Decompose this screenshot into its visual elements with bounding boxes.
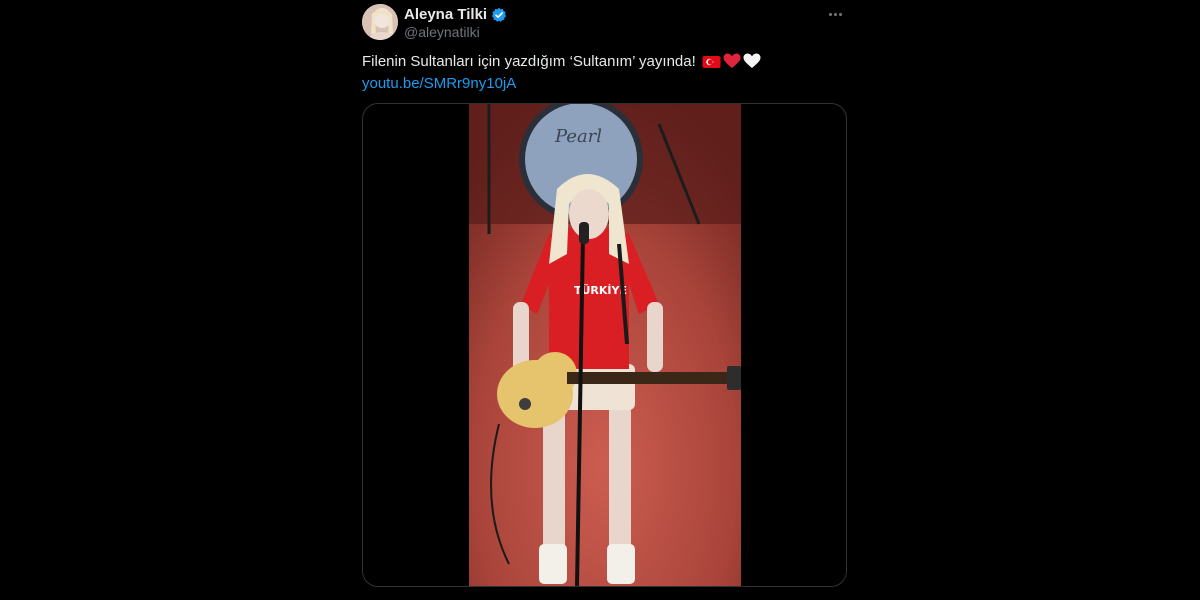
turkey-flag-icon bbox=[702, 55, 721, 75]
display-name[interactable]: Aleyna Tilki bbox=[404, 6, 487, 23]
tweet-text: Filenin Sultanları için yazdığım ‘Sultan… bbox=[362, 52, 761, 75]
drum-logo: Pearl bbox=[554, 126, 602, 147]
tweet[interactable]: Aleyna Tilki @aleynatilki Filenin Sultan… bbox=[362, 0, 847, 600]
avatar[interactable] bbox=[362, 4, 398, 40]
white-heart-icon bbox=[743, 53, 761, 75]
tweet-text-content: Filenin Sultanları için yazdığım ‘Sultan… bbox=[362, 53, 696, 70]
video-link[interactable]: youtu.be/SMRr9ny10jA bbox=[362, 74, 516, 94]
more-options-icon[interactable] bbox=[823, 4, 847, 24]
media-container[interactable]: Pearl TÜRKİYE bbox=[362, 103, 847, 587]
performance-photo[interactable]: Pearl TÜRKİYE bbox=[469, 104, 741, 586]
verified-badge-icon bbox=[491, 7, 507, 23]
handle[interactable]: @aleynatilki bbox=[404, 24, 480, 40]
red-heart-icon bbox=[723, 53, 741, 75]
